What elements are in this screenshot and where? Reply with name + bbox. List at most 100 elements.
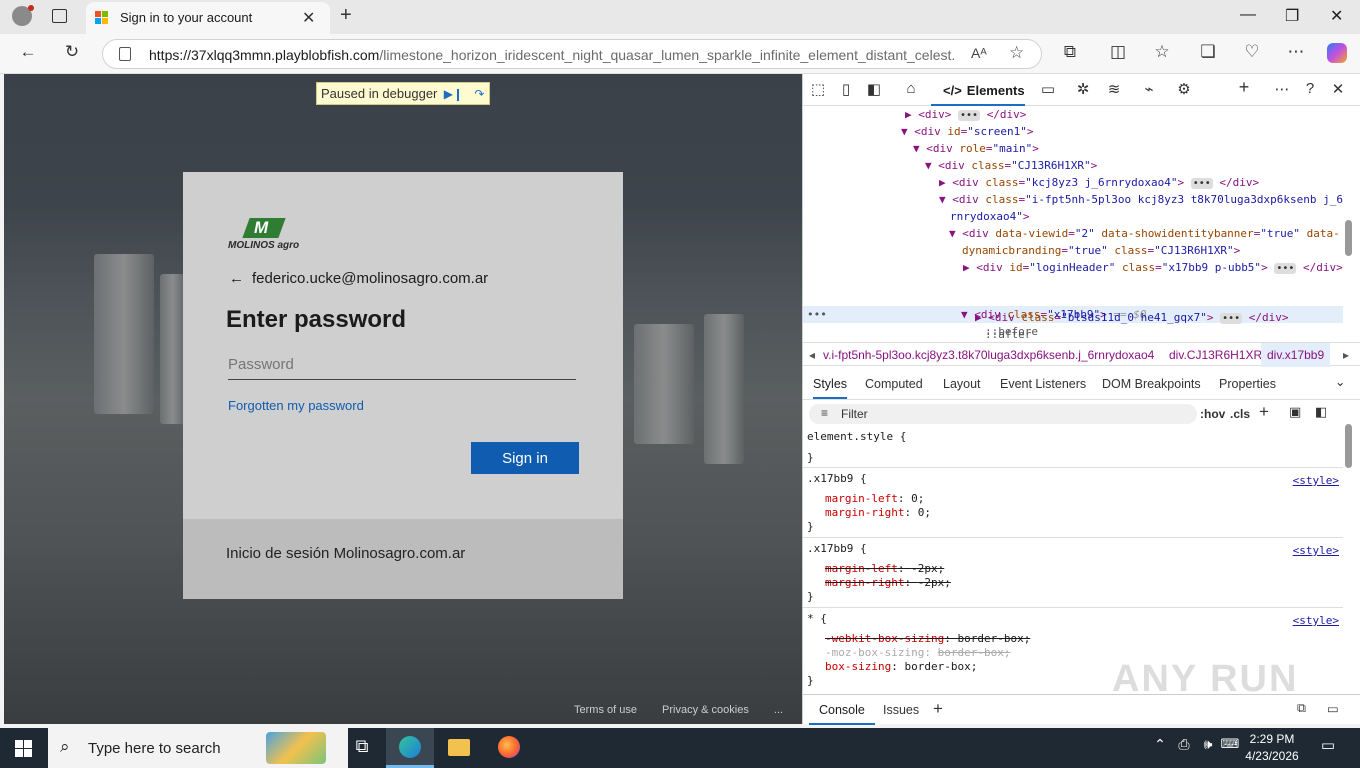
more-tools-plus-icon[interactable]: + xyxy=(1233,77,1255,98)
settings-gear-icon[interactable]: ⚙ xyxy=(1173,80,1195,98)
back-arrow-icon[interactable]: ← xyxy=(229,270,244,287)
computed-sidebar-icon[interactable]: ◧ xyxy=(1315,404,1327,420)
ellipsis-badge[interactable]: ••• xyxy=(958,110,981,121)
resume-icon[interactable]: ▶❙ xyxy=(443,84,463,104)
css-selector[interactable]: .x17bb9 { xyxy=(807,472,867,486)
collections-icon[interactable]: ❏ xyxy=(1196,42,1220,62)
window-close-icon[interactable]: ✕ xyxy=(1330,6,1343,26)
read-aloud-icon[interactable]: Aᴬ xyxy=(971,45,987,61)
dom-node[interactable]: ▼ <div role="main"> xyxy=(913,140,1039,157)
network-icon[interactable]: ⎙ xyxy=(1172,736,1196,760)
dom-node[interactable]: ▼ <div data-viewid="2" data-showidentity… xyxy=(949,225,1340,242)
tab-elements[interactable]: </> Elements xyxy=(931,76,1025,106)
account-back-row[interactable]: ← federico.ucke@molinosagro.com.ar xyxy=(229,270,488,287)
styles-scrollbar[interactable] xyxy=(1345,424,1352,468)
css-property[interactable]: margin-left: 0; xyxy=(825,492,924,506)
task-view-icon[interactable]: ⧉ xyxy=(350,736,374,760)
edge-taskbar-icon[interactable] xyxy=(386,728,434,768)
forgot-password-link[interactable]: Forgotten my password xyxy=(228,398,364,413)
tab-event-listeners[interactable]: Event Listeners xyxy=(1000,377,1086,391)
css-property-overridden[interactable]: margin-right: -2px; xyxy=(825,576,951,590)
css-property[interactable]: margin-right: 0; xyxy=(825,506,931,520)
css-selector[interactable]: element.style { xyxy=(807,430,906,444)
console-icon[interactable]: ▭ xyxy=(1037,80,1059,98)
chevron-down-icon[interactable]: ⌄ xyxy=(1335,374,1345,389)
css-property-invalid[interactable]: -moz-box-sizing: border-box; xyxy=(825,646,1010,660)
drawer-tab-console[interactable]: Console xyxy=(809,695,875,725)
ellipsis-badge[interactable]: ••• xyxy=(1220,313,1243,324)
cls-toggle[interactable]: .cls xyxy=(1230,407,1250,421)
more-link[interactable]: ... xyxy=(774,704,783,716)
privacy-link[interactable]: Privacy & cookies xyxy=(662,704,749,716)
favorite-star-icon[interactable]: ☆ xyxy=(1009,43,1024,63)
language-icon[interactable]: ⌨ xyxy=(1218,736,1242,760)
tab-properties[interactable]: Properties xyxy=(1219,377,1276,391)
dom-node[interactable]: ▶ <div id="loginHeader" class="x17bb9 p-… xyxy=(963,259,1343,276)
drawer-tab-issues[interactable]: Issues xyxy=(883,703,919,717)
dom-node[interactable]: ▼ <div id="screen1"> xyxy=(901,123,1033,140)
devtools-more-icon[interactable]: ⋯ xyxy=(1271,80,1293,98)
tab-sign-in[interactable]: Sign in to your account ✕ xyxy=(86,2,330,34)
password-input[interactable] xyxy=(228,350,576,380)
copilot-icon[interactable] xyxy=(1327,43,1347,63)
show-hidden-icons-icon[interactable]: ⌃ xyxy=(1148,736,1172,760)
sign-in-button[interactable]: Sign in xyxy=(471,442,579,474)
css-property-overridden[interactable]: margin-left: -2px; xyxy=(825,562,944,576)
extensions-icon[interactable]: ⧉ xyxy=(1058,42,1082,62)
drawer-close-icon[interactable]: ▭ xyxy=(1327,701,1339,716)
breadcrumb-item-active[interactable]: div.x17bb9 xyxy=(1261,343,1331,367)
new-style-rule-icon[interactable]: + xyxy=(1259,402,1269,422)
taskbar-search[interactable]: ⌕ Type here to search xyxy=(48,728,348,768)
css-selector[interactable]: * { xyxy=(807,612,827,626)
css-source-link[interactable]: <style> xyxy=(1293,614,1339,628)
performance-icon[interactable]: ⌁ xyxy=(1138,80,1160,98)
dom-node[interactable]: ▶ <div class="blsds11d_0 he41_gqx7"> •••… xyxy=(975,309,1289,326)
tab-layout[interactable]: Layout xyxy=(943,377,981,391)
dom-scrollbar[interactable] xyxy=(1345,220,1352,256)
dom-node[interactable]: ▼ <div class="CJ13R6H1XR"> xyxy=(925,157,1097,174)
network-wifi-icon[interactable]: ≋ xyxy=(1103,80,1125,98)
devtools-close-icon[interactable]: ✕ xyxy=(1327,80,1349,98)
windows-start-icon[interactable] xyxy=(15,740,32,757)
welcome-home-icon[interactable]: ⌂ xyxy=(900,80,922,97)
split-screen-icon[interactable]: ◫ xyxy=(1106,42,1130,62)
drawer-add-tab-icon[interactable]: + xyxy=(933,699,943,719)
dom-pseudo-after[interactable]: ::after xyxy=(985,326,1031,343)
css-source-link[interactable]: <style> xyxy=(1293,544,1339,558)
filter-input[interactable]: ≡ Filter xyxy=(809,404,1197,424)
favorites-icon[interactable]: ☆ xyxy=(1150,42,1174,62)
ellipsis-badge[interactable]: ••• xyxy=(1190,178,1213,189)
help-icon[interactable]: ? xyxy=(1299,80,1321,97)
tab-styles[interactable]: Styles xyxy=(813,370,848,399)
dom-node[interactable]: ▶ <div> ••• </div> xyxy=(905,106,1026,123)
css-property[interactable]: box-sizing: border-box; xyxy=(825,660,977,674)
breadcrumb-scroll-left-icon[interactable]: ◂ xyxy=(809,348,815,362)
firefox-icon[interactable] xyxy=(498,736,520,758)
css-source-link[interactable]: <style> xyxy=(1293,474,1339,488)
refresh-icon[interactable]: ↻ xyxy=(60,42,84,62)
breadcrumb-scroll-right-icon[interactable]: ▸ xyxy=(1343,348,1349,362)
browser-essentials-icon[interactable]: ♡ xyxy=(1240,42,1264,62)
volume-icon[interactable]: 🕪 xyxy=(1196,736,1220,760)
element-state-icon[interactable]: ▣ xyxy=(1289,404,1301,420)
step-over-icon[interactable]: ↷ xyxy=(469,84,489,104)
tab-close-icon[interactable]: ✕ xyxy=(302,8,315,28)
back-icon[interactable]: ← xyxy=(16,42,40,62)
maximize-icon[interactable]: ❐ xyxy=(1285,6,1299,26)
css-property-overridden[interactable]: -webkit-box-sizing: border-box; xyxy=(825,632,1030,646)
tab-actions-icon[interactable] xyxy=(52,9,67,23)
notifications-icon[interactable]: ▭ xyxy=(1316,736,1340,760)
terms-link[interactable]: Terms of use xyxy=(574,704,637,716)
dock-icon[interactable]: ◧ xyxy=(863,80,885,98)
file-explorer-icon[interactable] xyxy=(448,739,470,756)
sources-bug-icon[interactable]: ✲ xyxy=(1072,80,1094,98)
css-selector[interactable]: .x17bb9 { xyxy=(807,542,867,556)
hov-toggle[interactable]: :hov xyxy=(1200,407,1225,421)
more-menu-icon[interactable]: ⋯ xyxy=(1284,42,1308,62)
dom-node[interactable]: ▼ <div class="i-fpt5nh-5pl3oo kcj8yz3 t8… xyxy=(939,191,1343,208)
inspect-icon[interactable]: ⬚ xyxy=(807,80,829,98)
taskbar-clock[interactable]: 2:29 PM 4/23/2026 xyxy=(1240,731,1304,765)
tab-dom-breakpoints[interactable]: DOM Breakpoints xyxy=(1102,377,1201,391)
site-info-icon[interactable] xyxy=(119,47,131,61)
tab-computed[interactable]: Computed xyxy=(865,377,923,391)
